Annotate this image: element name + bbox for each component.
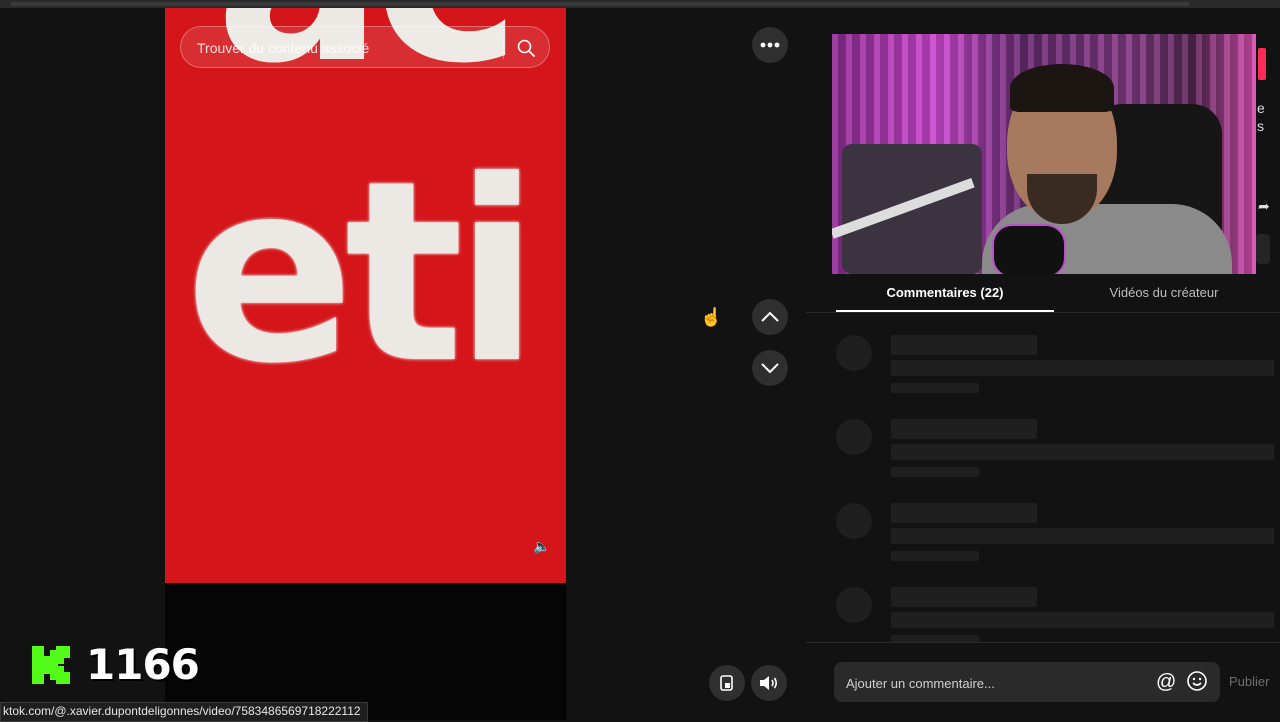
chevron-up-icon <box>761 311 779 322</box>
right-edge-strip: e s ➦ <box>1256 34 1280 274</box>
comment-skeleton <box>836 587 1276 642</box>
skeleton-line <box>891 383 979 393</box>
skeleton-line <box>891 335 1037 355</box>
volume-button[interactable] <box>751 665 787 701</box>
comment-skeleton <box>836 335 1276 405</box>
related-search-bar[interactable] <box>180 26 550 68</box>
skeleton-line <box>891 360 1274 376</box>
skeleton-line <box>891 503 1037 523</box>
skeleton-line <box>891 612 1274 628</box>
skeleton-line <box>891 467 979 477</box>
comment-divider <box>806 642 1280 643</box>
comment-skeleton <box>836 503 1276 573</box>
search-divider <box>503 37 504 59</box>
emoji-icon[interactable] <box>1186 670 1208 692</box>
search-icon[interactable] <box>515 37 537 59</box>
counter-value: 1166 <box>86 640 200 689</box>
status-bar-url: ktok.com/@.xavier.dupontdeligonnes/video… <box>0 702 368 722</box>
top-bar <box>0 0 1280 8</box>
streamer-webcam <box>832 34 1256 274</box>
webcam-person-hair <box>1010 64 1114 112</box>
more-options-button[interactable] <box>752 27 788 63</box>
edge-text-1: e <box>1257 100 1265 116</box>
picture-in-picture-icon <box>720 675 733 691</box>
share-arrow-icon[interactable]: ➦ <box>1258 198 1270 215</box>
video-volume-icon: 🔈 <box>533 538 551 554</box>
previous-video-button[interactable] <box>752 299 788 335</box>
comment-input[interactable] <box>844 670 1148 696</box>
tab-creator-videos[interactable]: Vidéos du créateur <box>1054 276 1274 312</box>
skeleton-line <box>891 419 1037 439</box>
skeleton-line <box>891 551 979 561</box>
comment-input-box[interactable]: @ <box>834 662 1220 702</box>
video-player[interactable]: ac eti 🔈 <box>165 8 566 720</box>
skeleton-avatar <box>836 503 872 539</box>
edge-box[interactable] <box>1256 234 1270 264</box>
skeleton-avatar <box>836 587 872 623</box>
comment-skeleton <box>836 419 1276 489</box>
skeleton-line <box>891 528 1274 544</box>
mouse-cursor-icon: ☝ <box>700 307 723 327</box>
video-overlay-text: eti <box>185 127 540 418</box>
skeleton-avatar <box>836 335 872 371</box>
publish-button[interactable]: Publier <box>1229 674 1269 689</box>
skeleton-line <box>891 635 979 642</box>
webcam-microphone <box>992 224 1066 274</box>
tab-comments[interactable]: Commentaires (22) <box>836 276 1054 312</box>
kick-logo-icon <box>32 646 70 684</box>
picture-in-picture-button[interactable] <box>709 665 745 701</box>
skeleton-line <box>891 587 1037 607</box>
tab-divider <box>806 312 1280 313</box>
scroll-track <box>10 2 1190 6</box>
chevron-down-icon <box>761 363 779 374</box>
accent-tab[interactable] <box>1258 48 1266 80</box>
mention-icon[interactable]: @ <box>1156 670 1176 694</box>
panel-tabs: Commentaires (22) Vidéos du créateur <box>836 276 1276 312</box>
video-dark-area <box>165 583 566 720</box>
skeleton-line <box>891 444 1274 460</box>
search-input[interactable] <box>195 35 489 61</box>
skeleton-avatar <box>836 419 872 455</box>
more-horizontal-icon <box>760 42 780 48</box>
next-video-button[interactable] <box>752 350 788 386</box>
edge-text-2: s <box>1257 118 1264 134</box>
volume-icon <box>760 676 778 690</box>
